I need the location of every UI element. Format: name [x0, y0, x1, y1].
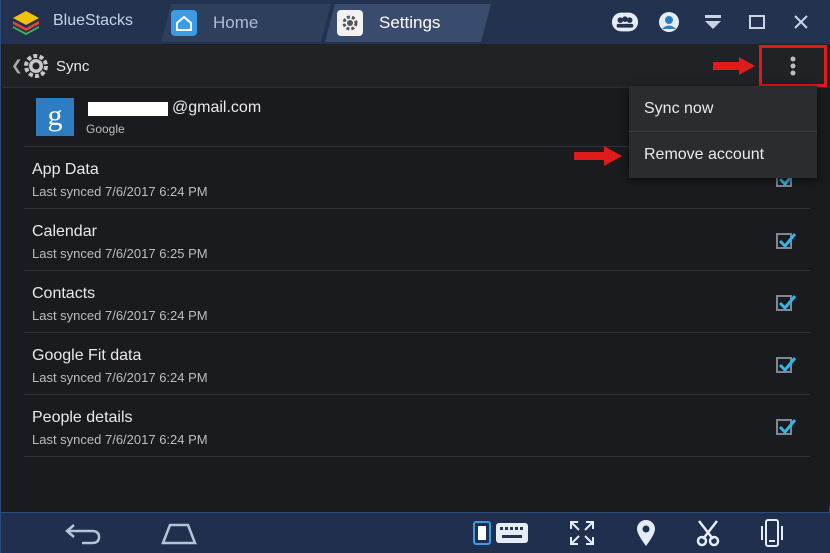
keyboard-toggle-icon[interactable] [471, 517, 531, 549]
action-bar: ❮ Sync [2, 44, 830, 88]
bluestacks-logo-icon [13, 11, 39, 35]
sync-item-last-synced: Last synced 7/6/2017 6:24 PM [32, 432, 208, 447]
up-navigation-icon[interactable]: ❮ [11, 57, 23, 74]
annotation-arrow-icon [574, 146, 622, 166]
sync-item-title: Contacts [32, 285, 96, 302]
back-icon[interactable] [61, 517, 105, 549]
sync-item-last-synced: Last synced 7/6/2017 6:24 PM [32, 370, 208, 385]
close-icon[interactable] [787, 8, 815, 36]
sync-item-title: App Data [32, 161, 99, 178]
list-item[interactable]: People details Last synced 7/6/2017 6:24… [24, 395, 810, 457]
tab-home-label: Home [213, 13, 259, 32]
sync-item-last-synced: Last synced 7/6/2017 6:24 PM [32, 308, 208, 323]
title-bar: BlueStacks Home Settings [1, 0, 830, 44]
account-type: Google [86, 122, 125, 136]
menu-item-remove-account[interactable]: Remove account [629, 132, 817, 178]
location-icon[interactable] [629, 517, 663, 549]
window-controls [611, 8, 815, 36]
annotation-arrow-icon [713, 57, 755, 75]
account-email: @gmail.com [172, 99, 262, 116]
shake-phone-icon[interactable] [755, 517, 789, 549]
maximize-icon[interactable] [743, 8, 771, 36]
overflow-menu-button[interactable] [759, 45, 827, 87]
multi-user-icon[interactable] [611, 8, 639, 36]
bluestacks-window: BlueStacks Home Settings ❮ Sync g @gmail… [0, 0, 830, 553]
sync-item-last-synced: Last synced 7/6/2017 6:24 PM [32, 184, 208, 199]
menu-item-sync-now[interactable]: Sync now [629, 86, 817, 132]
sync-checkbox[interactable] [776, 357, 797, 373]
overflow-popup-menu: Sync now Remove account [629, 86, 817, 178]
sync-item-title: Google Fit data [32, 347, 142, 364]
tab-settings-label: Settings [379, 13, 441, 32]
list-item[interactable]: Google Fit data Last synced 7/6/2017 6:2… [24, 333, 810, 395]
redacted-email-prefix [88, 102, 168, 116]
sync-checkbox[interactable] [776, 295, 797, 311]
home-icon[interactable] [157, 517, 201, 549]
account-circle-icon[interactable] [655, 8, 683, 36]
app-name: BlueStacks [53, 12, 134, 29]
list-item[interactable]: Contacts Last synced 7/6/2017 6:24 PM [24, 271, 810, 333]
scissors-icon[interactable] [691, 517, 725, 549]
google-logo-icon: g [36, 98, 74, 136]
bottom-navigation-bar [1, 512, 830, 553]
tab-home[interactable]: Home [161, 4, 331, 42]
sync-checkbox[interactable] [776, 419, 797, 435]
settings-gear-icon[interactable] [22, 52, 50, 80]
sync-item-title: People details [32, 409, 133, 426]
dropdown-icon[interactable] [699, 8, 727, 36]
fullscreen-icon[interactable] [565, 517, 599, 549]
sync-checkbox[interactable] [776, 233, 797, 249]
list-item[interactable]: Calendar Last synced 7/6/2017 6:25 PM [24, 209, 810, 271]
page-title: Sync [56, 58, 90, 75]
gear-icon [337, 10, 363, 36]
sync-item-last-synced: Last synced 7/6/2017 6:25 PM [32, 246, 208, 261]
home-icon [171, 10, 197, 36]
tab-settings[interactable]: Settings [325, 4, 491, 42]
sync-item-title: Calendar [32, 223, 97, 240]
more-vert-icon [790, 56, 796, 76]
